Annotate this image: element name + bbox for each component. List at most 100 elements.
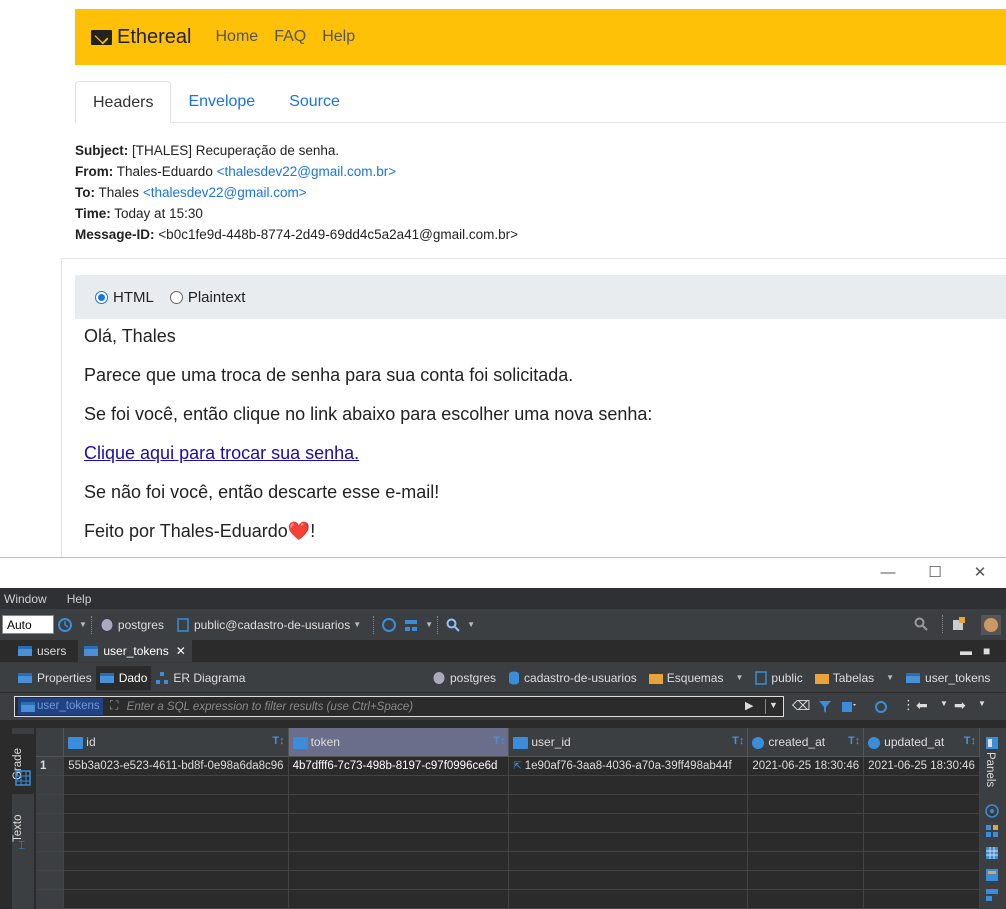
brand[interactable]: Ethereal bbox=[91, 26, 192, 49]
eraser-icon[interactable]: ⌫ bbox=[792, 698, 810, 714]
tab-users[interactable]: users bbox=[12, 640, 72, 662]
plaintext-radio[interactable] bbox=[169, 290, 183, 304]
cell-token[interactable]: 4b7dfff6-7c73-498b-8197-c97f0996ce6d bbox=[288, 756, 510, 776]
reset-password-link[interactable]: Clique aqui para trocar sua senha. bbox=[84, 443, 359, 463]
crumb-schemas[interactable]: Esquemas ▼ bbox=[648, 671, 743, 685]
from-name: Thales-Eduardo bbox=[116, 164, 213, 179]
global-search-icon[interactable] bbox=[913, 616, 929, 632]
column-header-id[interactable]: id T↕ bbox=[63, 728, 289, 757]
html-option[interactable]: HTML bbox=[95, 289, 154, 306]
metadata-icon[interactable] bbox=[985, 868, 999, 882]
cell-user-id[interactable]: ⇱ 1e90af76-3aa8-4036-a70a-39ff498ab44f bbox=[508, 756, 749, 776]
breadcrumb: postgres cadastro-de-usuarios Esquemas ▼ … bbox=[432, 663, 990, 692]
folder-icon bbox=[814, 673, 829, 684]
sort-filter-icon[interactable]: T↕ bbox=[964, 735, 976, 747]
sort-filter-icon[interactable]: T↕ bbox=[732, 735, 744, 747]
tree-icon[interactable] bbox=[403, 617, 419, 633]
chevron-down-icon[interactable]: ▼ bbox=[886, 673, 894, 682]
filter-icon[interactable] bbox=[817, 699, 833, 715]
tab-user-tokens[interactable]: user_tokens ✕ bbox=[78, 640, 192, 662]
minimize-editor-icon[interactable]: ▬ bbox=[960, 644, 972, 658]
panels-sidebar: Panels bbox=[980, 728, 1006, 909]
crumb-tables[interactable]: Tabelas ▼ bbox=[814, 671, 894, 685]
maximize-editor-icon[interactable]: ■ bbox=[983, 644, 990, 658]
chevron-down-icon[interactable]: ▼ bbox=[735, 673, 743, 682]
empty-row bbox=[36, 794, 980, 814]
panels-label[interactable]: Panels bbox=[984, 752, 996, 787]
chevron-down-icon[interactable]: ▼ bbox=[353, 620, 361, 629]
chevron-down-icon[interactable]: ▼ bbox=[940, 699, 948, 708]
column-header-created-at[interactable]: created_at T↕ bbox=[747, 728, 865, 757]
crumb-user-tokens[interactable]: user_tokens bbox=[906, 671, 990, 685]
avatar[interactable] bbox=[981, 615, 1001, 635]
crumb-postgres[interactable]: postgres bbox=[432, 671, 496, 685]
time-label: Time: bbox=[75, 206, 111, 221]
back-icon[interactable]: ⬅ bbox=[916, 697, 928, 714]
value-viewer-icon[interactable] bbox=[985, 804, 999, 818]
play-icon[interactable]: ▶ bbox=[745, 699, 753, 712]
subtab-properties[interactable]: Properties bbox=[14, 666, 96, 690]
transaction-icon[interactable] bbox=[381, 617, 397, 633]
history-icon[interactable] bbox=[57, 617, 73, 633]
menu-help[interactable]: Help bbox=[67, 592, 92, 606]
empty-cell bbox=[508, 775, 749, 795]
commit-mode-select[interactable]: Auto bbox=[2, 615, 54, 634]
chevron-down-icon[interactable]: ▼ bbox=[79, 620, 87, 629]
chevron-down-icon[interactable]: ▼ bbox=[425, 620, 433, 629]
crumb-database[interactable]: cadastro-de-usuarios bbox=[508, 671, 637, 685]
filter-table-tag: user_tokens bbox=[18, 698, 103, 715]
to-email-link[interactable]: <thalesdev22@gmail.com> bbox=[143, 185, 307, 200]
schema-selector[interactable]: public@cadastro-de-usuarios ▼ bbox=[172, 617, 361, 633]
filter-settings-icon[interactable] bbox=[841, 699, 857, 715]
panels-icon[interactable] bbox=[985, 736, 999, 750]
nav-home[interactable]: Home bbox=[216, 28, 259, 46]
subtab-er-diagram[interactable]: ER Diagrama bbox=[151, 666, 249, 690]
cell-updated-at[interactable]: 2021-06-25 18:30:46 bbox=[863, 756, 980, 776]
tab-source[interactable]: Source bbox=[272, 81, 357, 123]
tab-envelope[interactable]: Envelope bbox=[171, 81, 272, 123]
forward-icon[interactable]: ➡ bbox=[954, 697, 966, 714]
tab-headers[interactable]: Headers bbox=[75, 81, 172, 123]
refresh-icon[interactable] bbox=[873, 699, 889, 715]
schema-name: public@cadastro-de-usuarios bbox=[193, 617, 351, 632]
subtab-dado[interactable]: Dado bbox=[95, 665, 152, 690]
grid-panel-icon[interactable] bbox=[985, 846, 999, 860]
sort-filter-icon[interactable]: T↕ bbox=[493, 735, 505, 747]
layout-icon[interactable] bbox=[985, 888, 999, 902]
plaintext-option[interactable]: Plaintext bbox=[169, 289, 245, 306]
chevron-down-icon[interactable]: ▼ bbox=[467, 620, 475, 629]
crumb-public[interactable]: public bbox=[755, 671, 803, 685]
html-radio[interactable] bbox=[95, 290, 108, 304]
cell-id[interactable]: 55b3a023-e523-4611-bd8f-0e98a6da8c96 bbox=[63, 756, 289, 776]
column-header-token[interactable]: token T↕ bbox=[288, 728, 510, 757]
row-number[interactable]: 1 bbox=[36, 756, 65, 776]
new-window-icon[interactable] bbox=[951, 616, 967, 632]
connection-selector[interactable]: postgres bbox=[96, 617, 164, 633]
from-email-link[interactable]: <thalesdev22@gmail.com.br> bbox=[217, 164, 397, 179]
chevron-down-icon[interactable]: ▼ bbox=[978, 699, 986, 708]
nav-faq[interactable]: FAQ bbox=[274, 28, 306, 46]
greeting: Olá, Thales bbox=[84, 326, 176, 346]
empty-row-number bbox=[36, 870, 65, 890]
expand-icon[interactable]: ⛶ bbox=[110, 698, 118, 713]
more-icon[interactable]: ⋮ bbox=[902, 697, 915, 713]
sort-filter-icon[interactable]: T↕ bbox=[272, 735, 284, 747]
table-row[interactable]: 1 55b3a023-e523-4611-bd8f-0e98a6da8c96 4… bbox=[36, 756, 980, 776]
corner-cell[interactable] bbox=[36, 728, 65, 757]
close-tab-icon[interactable]: ✕ bbox=[176, 644, 186, 658]
maximize-icon[interactable]: ☐ bbox=[927, 565, 943, 581]
nav-help[interactable]: Help bbox=[322, 28, 355, 46]
close-icon[interactable]: ✕ bbox=[972, 565, 988, 581]
column-header-user-id[interactable]: user_id T↕ bbox=[508, 728, 749, 757]
aggregate-icon[interactable] bbox=[985, 824, 999, 838]
search-icon[interactable] bbox=[445, 617, 461, 633]
minimize-icon[interactable]: — bbox=[880, 565, 896, 581]
sort-filter-icon[interactable]: T↕ bbox=[848, 735, 860, 747]
column-header-updated-at[interactable]: updated_at T↕ bbox=[863, 728, 980, 757]
foreign-key-link-icon[interactable]: ⇱ bbox=[513, 761, 521, 772]
cell-created-at[interactable]: 2021-06-25 18:30:46 bbox=[747, 756, 865, 776]
filter-input[interactable]: user_tokens ⛶ Enter a SQL expression to … bbox=[14, 696, 784, 717]
empty-cell bbox=[747, 870, 865, 890]
menu-window[interactable]: Window bbox=[4, 592, 47, 606]
chevron-down-icon[interactable]: ▼ bbox=[769, 700, 778, 710]
